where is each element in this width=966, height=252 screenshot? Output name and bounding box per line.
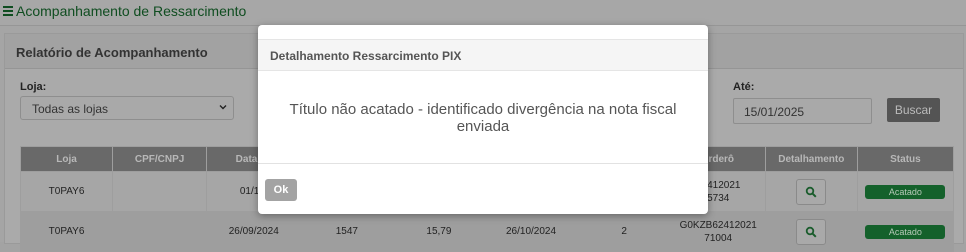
panel-title: Relatório de Acompanhamento bbox=[16, 45, 208, 60]
table-cell: 15,79 bbox=[392, 211, 486, 252]
store-select[interactable]: Todas as lojas bbox=[20, 96, 234, 120]
search-button[interactable]: Buscar bbox=[887, 98, 940, 122]
detail-button[interactable] bbox=[796, 178, 827, 205]
table-cell: T0PAY6 bbox=[19, 171, 114, 212]
search-icon bbox=[806, 226, 817, 238]
table-cell: 26/09/2024 bbox=[206, 211, 302, 252]
table-cell bbox=[112, 211, 208, 252]
store-label: Loja: bbox=[20, 81, 47, 93]
modal-title: Detalhamento Ressarcimento PIX bbox=[270, 49, 462, 63]
column-header: Status bbox=[856, 146, 955, 172]
menu-icon[interactable] bbox=[3, 6, 13, 16]
table-cell: G0KZB62412021 71004 bbox=[670, 211, 766, 252]
column-header: Loja bbox=[19, 146, 114, 172]
status-badge: Acatado bbox=[865, 224, 946, 239]
modal-header: Detalhamento Ressarcimento PIX bbox=[258, 39, 708, 71]
detail-modal: Detalhamento Ressarcimento PIX Título nã… bbox=[258, 25, 708, 214]
status-cell: Acatado bbox=[856, 211, 955, 252]
search-icon bbox=[806, 186, 817, 198]
table-cell: T0PAY6 bbox=[19, 211, 114, 252]
page-title: Acompanhamento de Ressarcimento bbox=[16, 3, 247, 19]
table-row: T0PAY6 26/09/2024 1547 15,79 26/10/2024 … bbox=[19, 211, 955, 252]
top-bar: Acompanhamento de Ressarcimento bbox=[0, 0, 966, 26]
modal-message: Título não acatado - identificado diverg… bbox=[289, 101, 677, 135]
end-date-input[interactable]: 15/01/2025 bbox=[733, 98, 872, 124]
store-select-value: Todas as lojas bbox=[32, 102, 109, 116]
ok-button[interactable]: Ok bbox=[265, 179, 297, 201]
status-badge: Acatado bbox=[865, 184, 946, 199]
modal-divider bbox=[258, 163, 708, 164]
column-header: Detalhamento bbox=[764, 146, 858, 172]
detail-cell bbox=[764, 211, 858, 252]
end-date-label: Até: bbox=[733, 81, 755, 93]
detail-cell bbox=[764, 171, 858, 212]
table-cell: 26/10/2024 bbox=[484, 211, 578, 252]
detail-button[interactable] bbox=[796, 218, 827, 245]
column-header: CPF/CNPJ bbox=[112, 146, 208, 172]
status-cell: Acatado bbox=[856, 171, 955, 212]
end-date-value: 15/01/2025 bbox=[744, 105, 805, 119]
chevron-down-icon bbox=[219, 105, 227, 110]
table-cell: 1547 bbox=[300, 211, 394, 252]
table-cell bbox=[112, 171, 208, 212]
table-cell: 2 bbox=[576, 211, 672, 252]
